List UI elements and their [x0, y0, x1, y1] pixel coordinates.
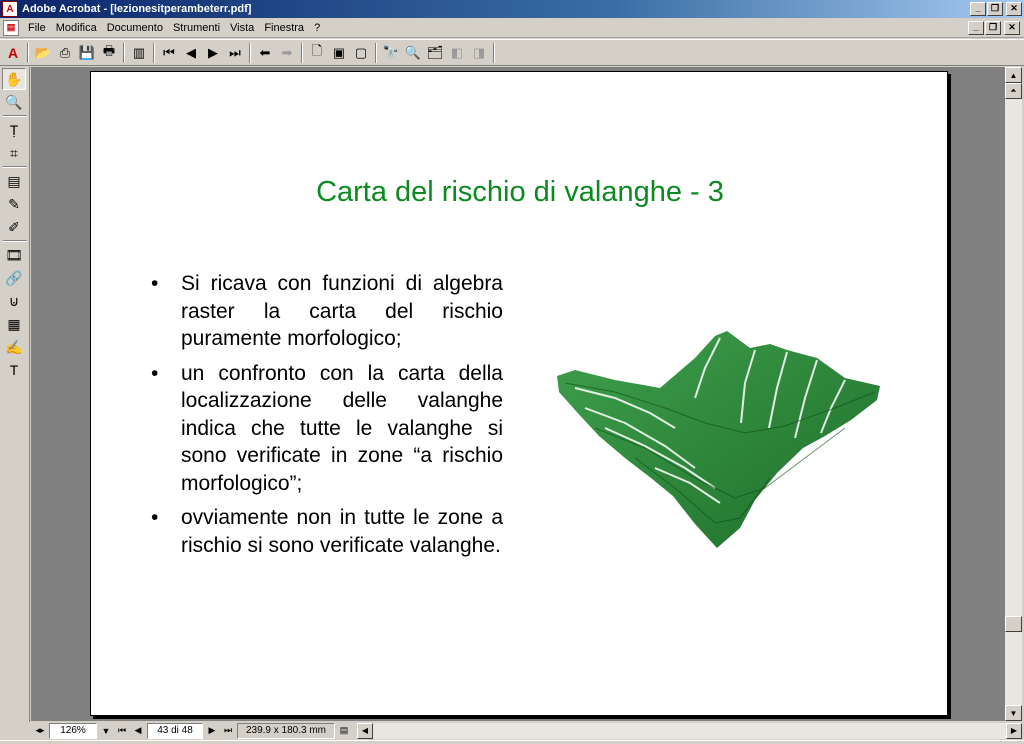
fit-page-icon[interactable]: ▣ [328, 42, 350, 64]
form-tool-icon[interactable]: ▦ [2, 313, 26, 335]
touchup-object-tool-icon[interactable]: ✍ [2, 336, 26, 358]
menu-documento[interactable]: Documento [102, 22, 168, 34]
previous-page-icon[interactable]: ◀ [180, 42, 202, 64]
zoom-arrows-icon[interactable]: ◂▸ [33, 723, 47, 738]
search-icon[interactable]: 🔍 [402, 42, 424, 64]
restore-button[interactable]: ❐ [987, 2, 1003, 16]
minimize-button[interactable]: _ [970, 2, 986, 16]
bullet-list: • Si ricava con funzioni di algebra raste… [151, 270, 503, 566]
menu-strumenti[interactable]: Strumenti [168, 22, 225, 34]
doc-minimize-button[interactable]: _ [968, 21, 984, 35]
note-tool-icon[interactable]: ▤ [2, 170, 26, 192]
bullet-text: ovviamente non in tutte le zone a rischi… [181, 506, 503, 557]
zoom-field[interactable]: 126% [49, 722, 97, 739]
toolbar-separator [249, 42, 251, 63]
tool-separator [3, 115, 27, 117]
toolbar-separator [123, 42, 125, 63]
open-icon[interactable]: 📂 [32, 42, 54, 64]
document-pane[interactable]: Carta del rischio di valanghe - 3 • Si ri… [31, 67, 1005, 721]
pdf-page: Carta del rischio di valanghe - 3 • Si ri… [90, 71, 948, 716]
list-item: • Si ricava con funzioni di algebra raste… [151, 270, 503, 353]
page-up-button[interactable]: ⏶ [1005, 83, 1022, 99]
last-page-icon[interactable]: ⏭ [224, 42, 246, 64]
list-item: • un confronto con la carta della localiz… [151, 360, 503, 498]
zoom-tool-icon[interactable]: 🔍 [2, 91, 26, 113]
previous-highlight-icon[interactable]: ◧ [446, 42, 468, 64]
go-forward-icon[interactable]: ➡ [276, 42, 298, 64]
tool-separator [3, 166, 27, 168]
next-highlight-icon[interactable]: ◨ [468, 42, 490, 64]
article-tool-icon[interactable]: ⊍ [2, 290, 26, 312]
link-tool-icon[interactable]: 🔗 [2, 267, 26, 289]
scroll-down-button[interactable]: ▼ [1005, 705, 1022, 721]
status-first-page-icon[interactable]: ⏮ [115, 723, 129, 738]
doc-close-button[interactable]: ✕ [1004, 21, 1020, 35]
status-bar: ◂▸ 126% ▼ ⏮ ◀ 43 di 48 ▶ ⏭ 239.9 x 180.3… [31, 721, 1022, 740]
bullet-dot: • [151, 506, 159, 529]
pencil-tool-icon[interactable]: ✎ [2, 193, 26, 215]
bullet-dot: • [151, 272, 159, 295]
status-next-page-icon[interactable]: ▶ [205, 723, 219, 738]
save-icon[interactable]: 💾 [76, 42, 98, 64]
toolbar-separator [375, 42, 377, 63]
first-page-icon[interactable]: ⏮ [158, 42, 180, 64]
scroll-right-button[interactable]: ▶ [1006, 722, 1022, 739]
show-navigation-icon[interactable]: ▥ [128, 42, 150, 64]
menu-vista[interactable]: Vista [225, 22, 259, 34]
window-bottom-edge [0, 740, 1024, 744]
tool-separator [3, 240, 27, 242]
scroll-up-button[interactable]: ▲ [1005, 67, 1022, 83]
doc-restore-button[interactable]: ❐ [985, 21, 1001, 35]
crop-tool-icon[interactable]: ⌗ [2, 142, 26, 164]
toolbar-separator [301, 42, 303, 63]
menu-help[interactable]: ? [309, 22, 325, 34]
menu-modifica[interactable]: Modifica [51, 22, 102, 34]
page-layout-icon[interactable]: ▤ [337, 723, 351, 738]
menu-file[interactable]: File [23, 22, 51, 34]
movie-tool-icon[interactable]: 🎞 [2, 244, 26, 266]
page-size-display: 239.9 x 180.3 mm [237, 722, 335, 739]
menu-bar: ▤ File Modifica Documento Strumenti Vist… [0, 18, 1024, 38]
vertical-scroll-thumb[interactable] [1005, 616, 1022, 632]
bullet-dot: • [151, 361, 159, 385]
bullet-text: Si ricava con funzioni di algebra raster… [181, 272, 503, 350]
scroll-left-button[interactable]: ◀ [357, 722, 373, 739]
go-back-icon[interactable]: ⬅ [254, 42, 276, 64]
toolbar-separator [493, 42, 495, 63]
title-bar: A Adobe Acrobat - [lezionesitperambeterr… [0, 0, 1024, 18]
horizontal-scrollbar[interactable]: ◀ ▶ [357, 722, 1022, 739]
print-setup-icon[interactable]: ⎙ [54, 42, 76, 64]
hand-tool-icon[interactable]: ✋ [2, 68, 26, 90]
status-previous-page-icon[interactable]: ◀ [131, 723, 145, 738]
document-icon[interactable]: ▤ [3, 19, 19, 36]
menu-finestra[interactable]: Finestra [259, 22, 309, 34]
page-number-field[interactable]: 43 di 48 [147, 722, 203, 739]
find-icon[interactable]: 🔭 [380, 42, 402, 64]
touchup-text-tool-icon[interactable]: T [2, 359, 26, 381]
toolbar: A 📂 ⎙ 💾 🖶 ▥ ⏮ ◀ ▶ ⏭ ⬅ ➡ 🗋 ▣ ▢ 🔭 🔍 🗂 ◧ ◨ [0, 39, 1024, 66]
status-last-page-icon[interactable]: ⏭ [221, 723, 235, 738]
zoom-dropdown-icon[interactable]: ▼ [99, 723, 113, 738]
window-title: Adobe Acrobat - [lezionesitperambeterr.p… [22, 3, 252, 15]
next-page-icon[interactable]: ▶ [202, 42, 224, 64]
tools-palette: ✋ 🔍 Ṭ ⌗ ▤ ✎ ✐ 🎞 🔗 ⊍ ▦ ✍ T [0, 67, 30, 722]
toolbar-separator [27, 42, 29, 63]
close-button[interactable]: ✕ [1006, 2, 1022, 16]
toolbar-separator [153, 42, 155, 63]
actual-size-icon[interactable]: 🗋 [306, 42, 328, 64]
text-select-tool-icon[interactable]: Ṭ [2, 119, 26, 141]
acrobat-app-icon[interactable]: A [2, 1, 18, 17]
list-item: • ovviamente non in tutte le zone a risch… [151, 504, 503, 559]
print-icon[interactable]: 🖶 [98, 42, 120, 64]
search-results-icon[interactable]: 🗂 [424, 42, 446, 64]
vertical-scrollbar[interactable]: ▲ ⏶ ▼ [1005, 67, 1022, 721]
slide-title: Carta del rischio di valanghe - 3 [316, 176, 724, 208]
terrain-model-image [557, 331, 880, 548]
highlight-tool-icon[interactable]: ✐ [2, 216, 26, 238]
bullet-text: un confronto con la carta della localizz… [181, 361, 503, 495]
acrobat-logo-icon[interactable]: A [2, 42, 24, 64]
fit-width-icon[interactable]: ▢ [350, 42, 372, 64]
